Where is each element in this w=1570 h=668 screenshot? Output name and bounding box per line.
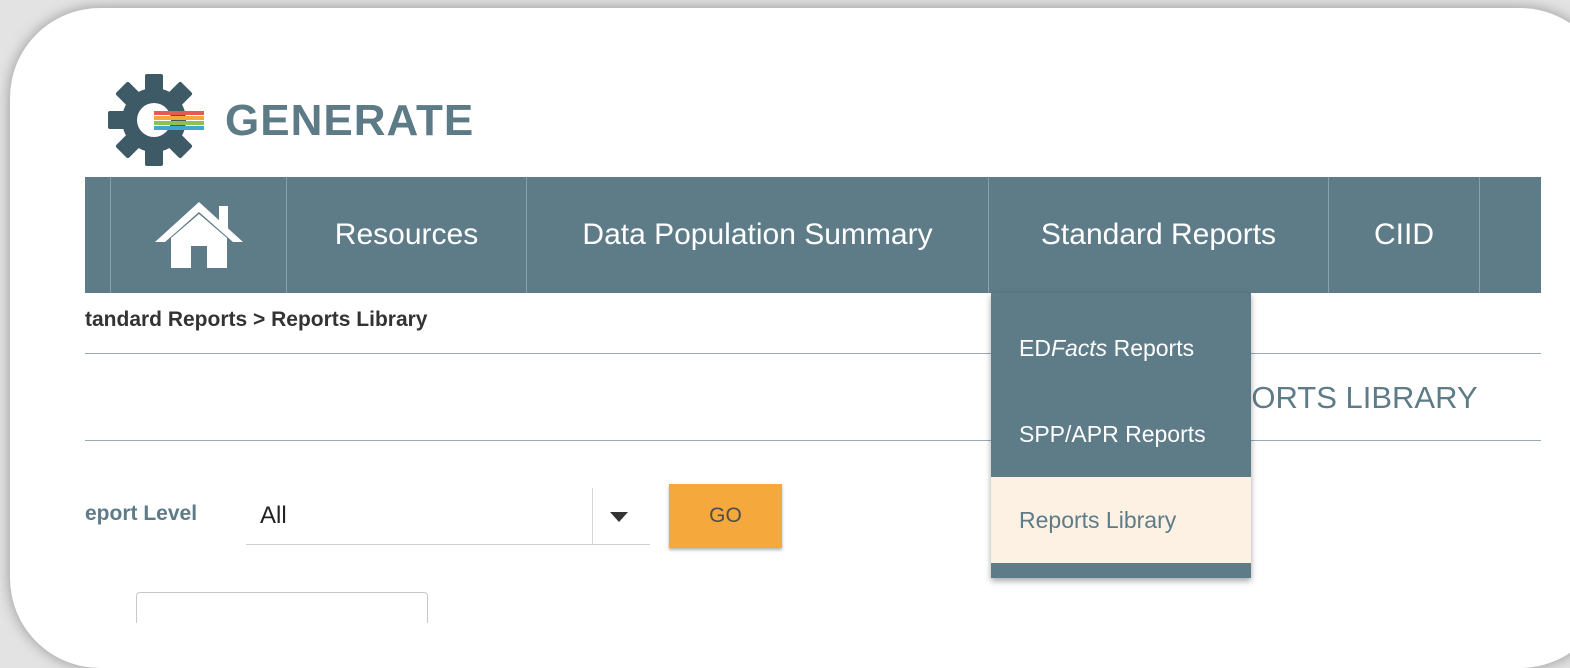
nav-item-home[interactable] xyxy=(111,177,287,293)
nav-item-data-population-summary[interactable]: Data Population Summary xyxy=(527,177,989,293)
report-level-value: All xyxy=(260,502,287,529)
nav-item-standard-reports[interactable]: Standard Reports xyxy=(989,177,1329,293)
breadcrumb: tandard Reports > Reports Library xyxy=(85,308,428,331)
divider xyxy=(85,353,1541,354)
caret-down-icon[interactable] xyxy=(610,512,628,522)
generate-logo-icon xyxy=(108,74,204,166)
partial-input-box[interactable] xyxy=(136,592,428,623)
go-button[interactable]: GO xyxy=(669,484,782,548)
main-nav: Resources Data Population Summary Standa… xyxy=(85,177,1541,293)
report-level-label: eport Level xyxy=(85,502,198,525)
home-icon xyxy=(154,202,243,268)
edfacts-suffix: Reports xyxy=(1107,334,1195,361)
nav-item-ciid[interactable]: CIID xyxy=(1329,177,1480,293)
select-divider xyxy=(592,488,593,544)
dropdown-item-reports-library[interactable]: Reports Library xyxy=(991,477,1251,563)
edfacts-prefix: ED xyxy=(1019,334,1051,361)
nav-item-partial[interactable] xyxy=(85,177,111,293)
dropdown-item-edfacts-reports[interactable]: ED Facts Reports xyxy=(991,305,1251,391)
dropdown-item-spp-apr-reports[interactable]: SPP/APR Reports xyxy=(991,391,1251,477)
report-level-select[interactable]: All xyxy=(246,488,650,545)
nav-item-resources[interactable]: Resources xyxy=(287,177,527,293)
edfacts-emphasis: Facts xyxy=(1050,334,1108,361)
divider xyxy=(85,440,1541,441)
brand-name: GENERATE xyxy=(225,96,475,145)
app-window: GENERATE Resources Data Population Summa… xyxy=(10,8,1570,668)
standard-reports-dropdown: ED Facts Reports SPP/APR Reports Reports … xyxy=(991,293,1251,578)
